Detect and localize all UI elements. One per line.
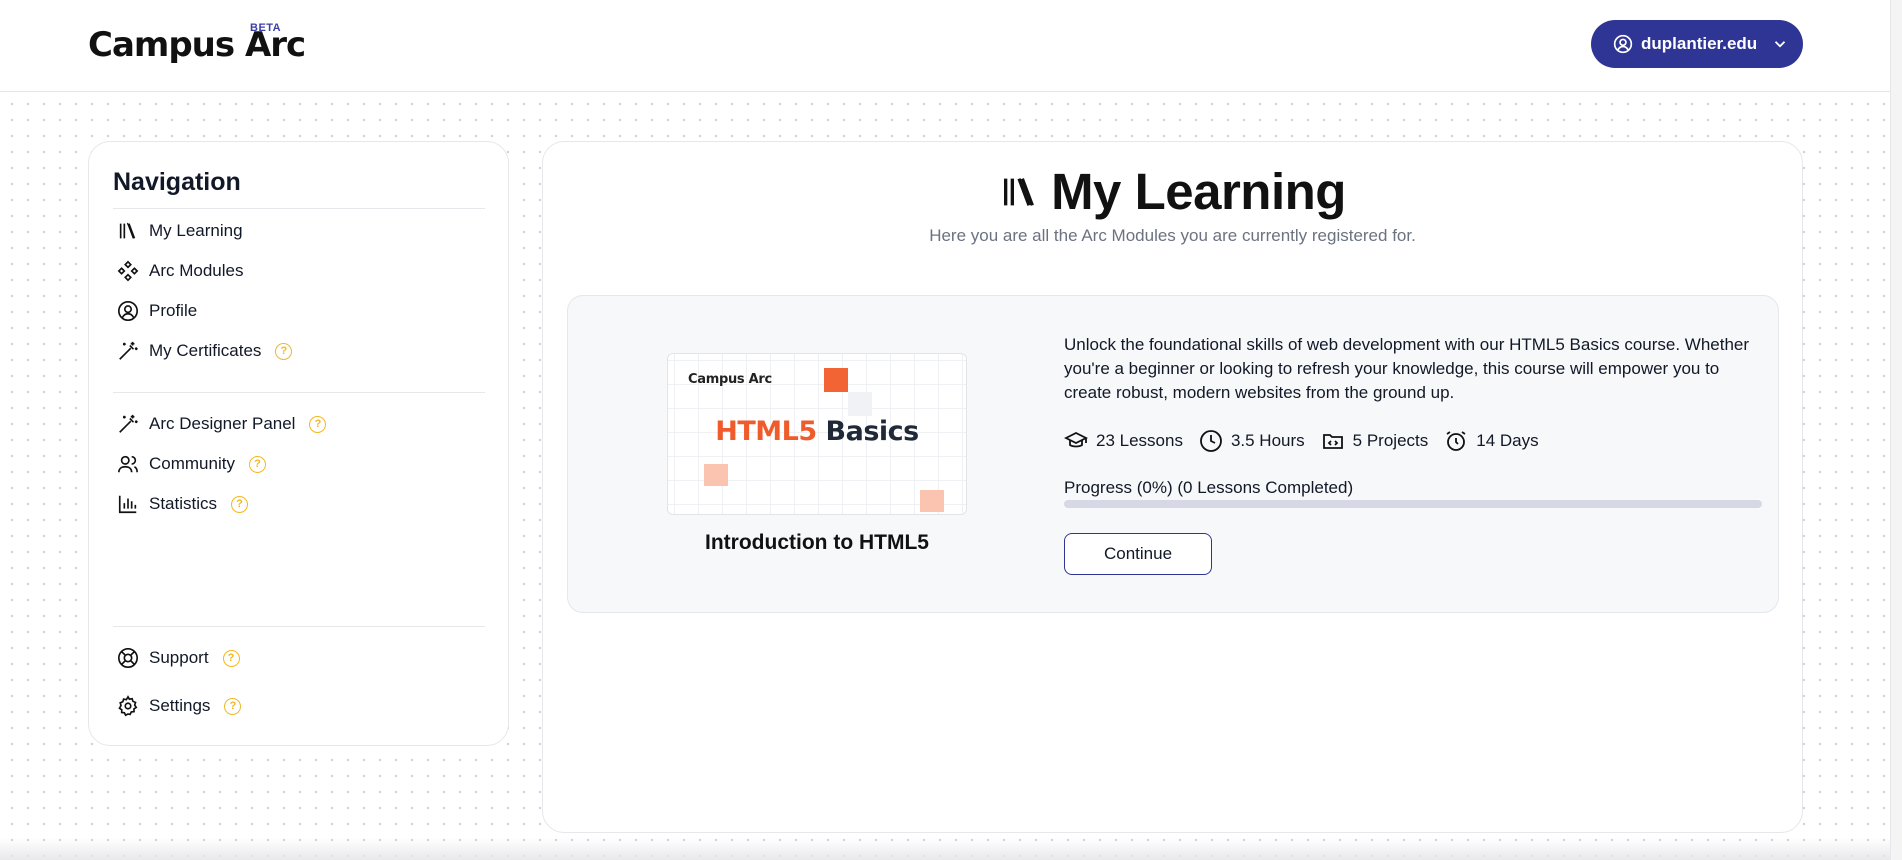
page-subtitle: Here you are all the Arc Modules you are… xyxy=(929,226,1416,245)
clock-icon xyxy=(1200,430,1222,452)
top-header: Campus Arc BETA duplantier.edu xyxy=(0,0,1890,92)
stat-projects: 5 Projects xyxy=(1321,429,1429,453)
thumbnail-decoration xyxy=(848,392,872,416)
thumbnail-title-rest: Basics xyxy=(825,416,920,447)
help-icon[interactable]: ? xyxy=(248,455,266,473)
alarm-clock-icon xyxy=(1446,431,1466,451)
sidebar-item-label: My Certificates xyxy=(149,341,262,360)
course-name: Introduction to HTML5 xyxy=(705,531,929,554)
sidebar-divider xyxy=(113,392,485,393)
sidebar-item-label: Settings xyxy=(149,696,211,715)
sidebar-item-profile[interactable]: Profile xyxy=(117,295,197,327)
stat-hours: 3.5 Hours xyxy=(1199,429,1305,453)
sidebar-item-community[interactable]: Community ? xyxy=(117,448,266,480)
library-icon xyxy=(119,222,136,239)
progress-bar xyxy=(1064,500,1762,508)
magic-wand-icon xyxy=(119,414,138,433)
gear-icon xyxy=(118,695,138,717)
sidebar-item-support[interactable]: Support ? xyxy=(117,642,240,674)
help-icon[interactable]: ? xyxy=(224,697,242,715)
course-stats: 23 Lessons 3.5 Hours 5 Projects 14 Days xyxy=(1064,429,1539,453)
sidebar-divider xyxy=(113,208,485,209)
bar-chart-icon xyxy=(118,495,137,514)
sidebar-item-arc-designer-panel[interactable]: Arc Designer Panel ? xyxy=(117,408,327,440)
course-description: Unlock the foundational skills of web de… xyxy=(1064,335,1750,402)
sidebar-item-my-certificates[interactable]: My Certificates ? xyxy=(117,335,293,367)
sidebar-item-label: My Learning xyxy=(149,221,243,240)
continue-button[interactable]: Continue xyxy=(1064,533,1212,575)
page-header: My Learning xyxy=(543,162,1802,221)
stat-days-label: 14 Days xyxy=(1476,431,1539,450)
help-icon[interactable]: ? xyxy=(309,415,327,433)
thumbnail-decoration xyxy=(920,490,944,512)
progress-label: Progress (0%) (0 Lessons Completed) xyxy=(1064,478,1354,497)
stat-days: 14 Days xyxy=(1444,429,1539,453)
main-panel: My Learning Here you are all the Arc Mod… xyxy=(542,141,1803,833)
stat-hours-label: 3.5 Hours xyxy=(1230,431,1305,450)
sidebar-item-statistics[interactable]: Statistics ? xyxy=(117,488,249,520)
modules-icon xyxy=(117,260,139,282)
account-label: duplantier.edu xyxy=(1641,34,1758,53)
thumbnail-decoration xyxy=(824,368,848,392)
course-thumbnail[interactable]: Campus Arc HTML5 Basics xyxy=(667,353,967,515)
lifebuoy-icon xyxy=(118,648,138,668)
course-card: Campus Arc HTML5 Basics Introduction to … xyxy=(567,295,1779,613)
thumbnail-logo: Campus Arc xyxy=(688,372,772,387)
sidebar-item-label: Statistics xyxy=(149,494,218,513)
sidebar-item-label: Arc Modules xyxy=(149,261,244,280)
sidebar: Navigation My Learning Arc Modules Profi… xyxy=(88,141,509,746)
thumbnail-decoration xyxy=(704,464,728,486)
navigation-title: Navigation xyxy=(113,168,241,196)
page-scrollbar[interactable] xyxy=(1890,0,1902,860)
sidebar-item-label: Community xyxy=(149,454,235,473)
thumbnail-title: HTML5 Basics xyxy=(668,416,966,447)
sidebar-item-settings[interactable]: Settings ? xyxy=(117,690,242,722)
sidebar-item-label: Arc Designer Panel xyxy=(149,414,296,433)
page-title: My Learning xyxy=(1051,163,1346,220)
users-icon xyxy=(118,455,138,473)
folder-code-icon xyxy=(1322,434,1343,449)
help-icon[interactable]: ? xyxy=(275,342,293,360)
graduation-cap-icon xyxy=(1064,431,1088,448)
account-menu-button[interactable]: duplantier.edu xyxy=(1591,20,1803,68)
chevron-down-icon xyxy=(1775,41,1786,48)
help-icon[interactable]: ? xyxy=(222,649,240,667)
user-circle-icon xyxy=(1613,34,1633,54)
stat-projects-label: 5 Projects xyxy=(1352,431,1429,450)
beta-badge: BETA xyxy=(250,22,282,34)
sidebar-item-my-learning[interactable]: My Learning xyxy=(117,215,243,247)
stat-lessons: 23 Lessons xyxy=(1064,429,1183,453)
sidebar-item-label: Support xyxy=(149,648,209,667)
user-circle-icon xyxy=(118,301,138,321)
magic-wand-icon xyxy=(119,341,138,360)
thumbnail-title-accent: HTML5 xyxy=(715,416,817,447)
help-icon[interactable]: ? xyxy=(231,495,249,513)
bottom-fade xyxy=(0,838,1890,860)
library-icon xyxy=(1004,177,1034,206)
sidebar-item-arc-modules[interactable]: Arc Modules xyxy=(117,255,243,287)
sidebar-divider xyxy=(113,626,485,627)
stat-lessons-label: 23 Lessons xyxy=(1096,431,1183,450)
sidebar-item-label: Profile xyxy=(149,301,198,320)
